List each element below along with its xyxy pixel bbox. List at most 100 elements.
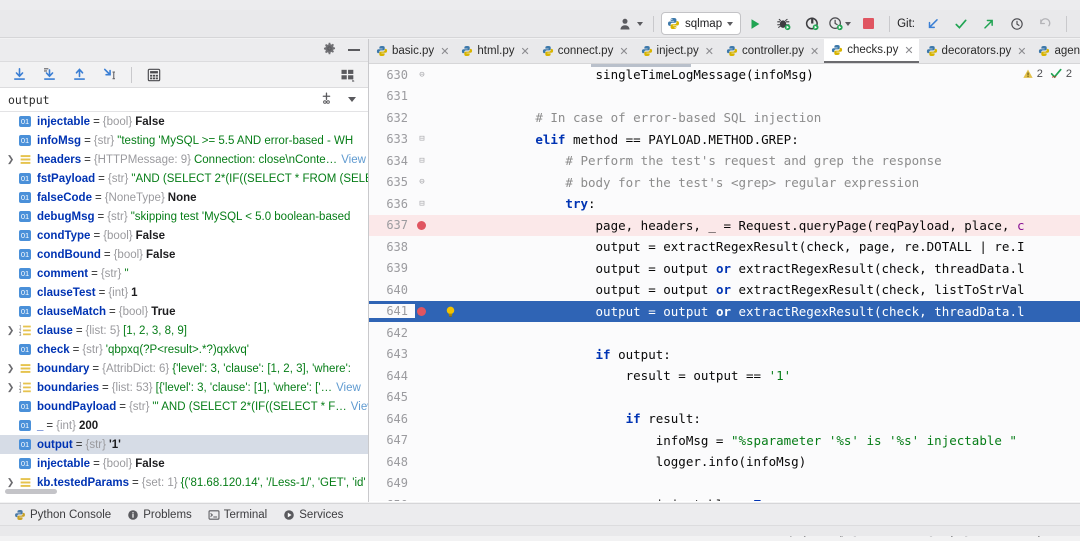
evaluate-expression-icon[interactable] xyxy=(139,64,169,86)
variable-row[interactable]: 01output={str}'1' xyxy=(0,435,368,454)
code-line[interactable]: 647 infoMsg = "%sparameter '%s' is '%s' … xyxy=(369,430,1080,452)
variables-horizontal-scrollbar[interactable] xyxy=(5,489,57,494)
variable-row[interactable]: 01falseCode={NoneType}None xyxy=(0,188,368,207)
code-fold-toggle-icon[interactable]: ⊖ xyxy=(415,177,429,187)
debug-button[interactable] xyxy=(769,13,797,35)
chevron-right-icon[interactable]: ❯ xyxy=(4,382,17,393)
run-button[interactable] xyxy=(741,13,769,35)
git-update-button[interactable] xyxy=(919,13,947,35)
variable-row[interactable]: ❯ 1 2 3 clause={list: 5}[1, 2, 3, 8, 9] xyxy=(0,321,368,340)
close-icon[interactable]: ✕ xyxy=(440,45,449,58)
editor-tab-basic-py[interactable]: basic.py✕ xyxy=(369,39,454,63)
code-viewport[interactable]: 2 2 630⊖ singleTimeLogMessage(infoMsg)63… xyxy=(369,64,1080,501)
chevron-right-icon[interactable]: ❯ xyxy=(4,325,17,336)
close-icon[interactable]: ✕ xyxy=(810,45,819,58)
code-line[interactable]: 632 # In case of error-based SQL injecti… xyxy=(369,107,1080,129)
git-push-button[interactable] xyxy=(975,13,1003,35)
code-line[interactable]: 650⊖ injectable = True xyxy=(369,494,1080,501)
code-line[interactable]: 648 logger.info(infoMsg) xyxy=(369,451,1080,473)
code-line[interactable]: 640 output = output or extractRegexResul… xyxy=(369,279,1080,301)
breakpoint-icon[interactable] xyxy=(417,221,426,230)
variable-row[interactable]: 01boundPayload={str}"' AND (SELECT 2*(IF… xyxy=(0,397,368,416)
close-icon[interactable]: ✕ xyxy=(705,45,714,58)
step-into-icon[interactable] xyxy=(34,64,64,86)
chevron-right-icon[interactable]: ❯ xyxy=(4,154,17,165)
tool-window-services[interactable]: Services xyxy=(283,509,343,521)
variable-row[interactable]: 01injectable={bool}False xyxy=(0,454,368,473)
variable-row[interactable]: 01condBound={bool}False xyxy=(0,245,368,264)
variable-row[interactable]: 01clauseTest={int}1 xyxy=(0,283,368,302)
code-fold-toggle-icon[interactable]: ⊖ xyxy=(415,70,429,80)
code-line[interactable]: 630⊖ singleTimeLogMessage(infoMsg) xyxy=(369,64,1080,86)
tool-window-terminal[interactable]: Terminal xyxy=(208,509,267,521)
step-out-icon[interactable] xyxy=(64,64,94,86)
code-line[interactable]: 631 xyxy=(369,86,1080,108)
variable-row[interactable]: ❯ headers={HTTPMessage: 9}Connection: cl… xyxy=(0,150,368,169)
step-over-icon[interactable] xyxy=(4,64,34,86)
chevron-right-icon[interactable]: ❯ xyxy=(4,363,17,374)
watch-options-button[interactable] xyxy=(348,97,356,102)
code-fold-toggle-icon[interactable]: ⊟ xyxy=(415,134,429,144)
variable-row[interactable]: 01fstPayload={str}"AND (SELECT 2*(IF((SE… xyxy=(0,169,368,188)
git-rollback-button[interactable] xyxy=(1031,13,1059,35)
code-line[interactable]: 638 output = extractRegexResult(check, p… xyxy=(369,236,1080,258)
settings-button[interactable] xyxy=(323,42,336,58)
view-value-link[interactable]: View xyxy=(336,382,361,394)
code-line[interactable]: 641 output = output or extractRegexResul… xyxy=(369,301,1080,323)
variable-row[interactable]: ❯ boundary={AttribDict: 6}{'level': 3, '… xyxy=(0,359,368,378)
git-commit-button[interactable] xyxy=(947,13,975,35)
code-line[interactable]: 644 result = output == '1' xyxy=(369,365,1080,387)
code-line[interactable]: 649 xyxy=(369,473,1080,495)
variable-row[interactable]: 01clauseMatch={bool}True xyxy=(0,302,368,321)
user-profile-button[interactable] xyxy=(616,13,646,35)
code-fold-toggle-icon[interactable]: ⊟ xyxy=(415,156,429,166)
breakpoint-icon[interactable] xyxy=(417,307,426,316)
variable-row[interactable]: ❯ 1 2 3 boundaries={list: 53}[{'level': … xyxy=(0,378,368,397)
variables-tree[interactable]: 01injectable={bool}False01infoMsg={str}"… xyxy=(0,112,368,496)
profile-button[interactable] xyxy=(825,13,854,35)
editor-tab-controller-py[interactable]: controller.py✕ xyxy=(719,39,824,63)
code-line[interactable]: 635⊖ # body for the test's <grep> regula… xyxy=(369,172,1080,194)
editor-tab-decorators-py[interactable]: decorators.py✕ xyxy=(919,39,1032,63)
close-icon[interactable]: ✕ xyxy=(904,44,913,57)
view-value-link[interactable]: View xyxy=(341,154,366,166)
code-line[interactable]: 643 if output: xyxy=(369,344,1080,366)
code-line[interactable]: 642 xyxy=(369,322,1080,344)
close-icon[interactable]: ✕ xyxy=(520,45,529,58)
run-with-coverage-button[interactable] xyxy=(797,13,825,35)
variable-row[interactable]: 01condType={bool}False xyxy=(0,226,368,245)
run-to-cursor-icon[interactable] xyxy=(94,64,124,86)
variable-row[interactable]: 01infoMsg={str}"testing 'MySQL >= 5.5 AN… xyxy=(0,131,368,150)
close-icon[interactable]: ✕ xyxy=(619,45,628,58)
run-configuration-selector[interactable]: sqlmap xyxy=(661,12,741,35)
code-line[interactable]: 637 page, headers, _ = Request.queryPage… xyxy=(369,215,1080,237)
editor-tab-agent-p[interactable]: agent.p✕ xyxy=(1031,39,1080,63)
layout-settings-icon[interactable] xyxy=(332,64,362,86)
inspection-widget[interactable]: 2 2 xyxy=(1022,67,1072,80)
code-line[interactable]: 646 if result: xyxy=(369,408,1080,430)
code-line[interactable]: 633⊟ elif method == PAYLOAD.METHOD.GREP: xyxy=(369,129,1080,151)
tool-window-python-console[interactable]: Python Console xyxy=(14,509,111,521)
variable-row[interactable]: 01injectable={bool}False xyxy=(0,112,368,131)
variable-row[interactable]: 01_={int}200 xyxy=(0,416,368,435)
stop-button[interactable] xyxy=(854,13,882,35)
variable-row[interactable]: 01debugMsg={str}"skipping test 'MySQL < … xyxy=(0,207,368,226)
editor-tab-checks-py[interactable]: checks.py✕ xyxy=(824,39,918,63)
code-line[interactable]: 639 output = output or extractRegexResul… xyxy=(369,258,1080,280)
variable-row[interactable]: 01comment={str}'' xyxy=(0,264,368,283)
add-watch-button[interactable] xyxy=(320,91,334,108)
editor-tab-connect-py[interactable]: connect.py✕ xyxy=(535,39,634,63)
chevron-right-icon[interactable]: ❯ xyxy=(4,477,17,488)
code-line[interactable]: 645 xyxy=(369,387,1080,409)
code-fold-toggle-icon[interactable]: ⊟ xyxy=(415,199,429,209)
code-fold-toggle-icon[interactable]: ⊖ xyxy=(415,500,429,501)
editor-tab-inject-py[interactable]: inject.py✕ xyxy=(634,39,719,63)
view-value-link[interactable]: View xyxy=(351,401,368,413)
code-line[interactable]: 636⊟ try: xyxy=(369,193,1080,215)
git-history-button[interactable] xyxy=(1003,13,1031,35)
code-line[interactable]: 634⊟ # Perform the test's request and gr… xyxy=(369,150,1080,172)
tool-window-problems[interactable]: Problems xyxy=(127,509,192,521)
intention-lightbulb-icon[interactable] xyxy=(444,305,457,318)
editor-tab-html-py[interactable]: html.py✕ xyxy=(454,39,534,63)
close-icon[interactable]: ✕ xyxy=(1017,45,1026,58)
